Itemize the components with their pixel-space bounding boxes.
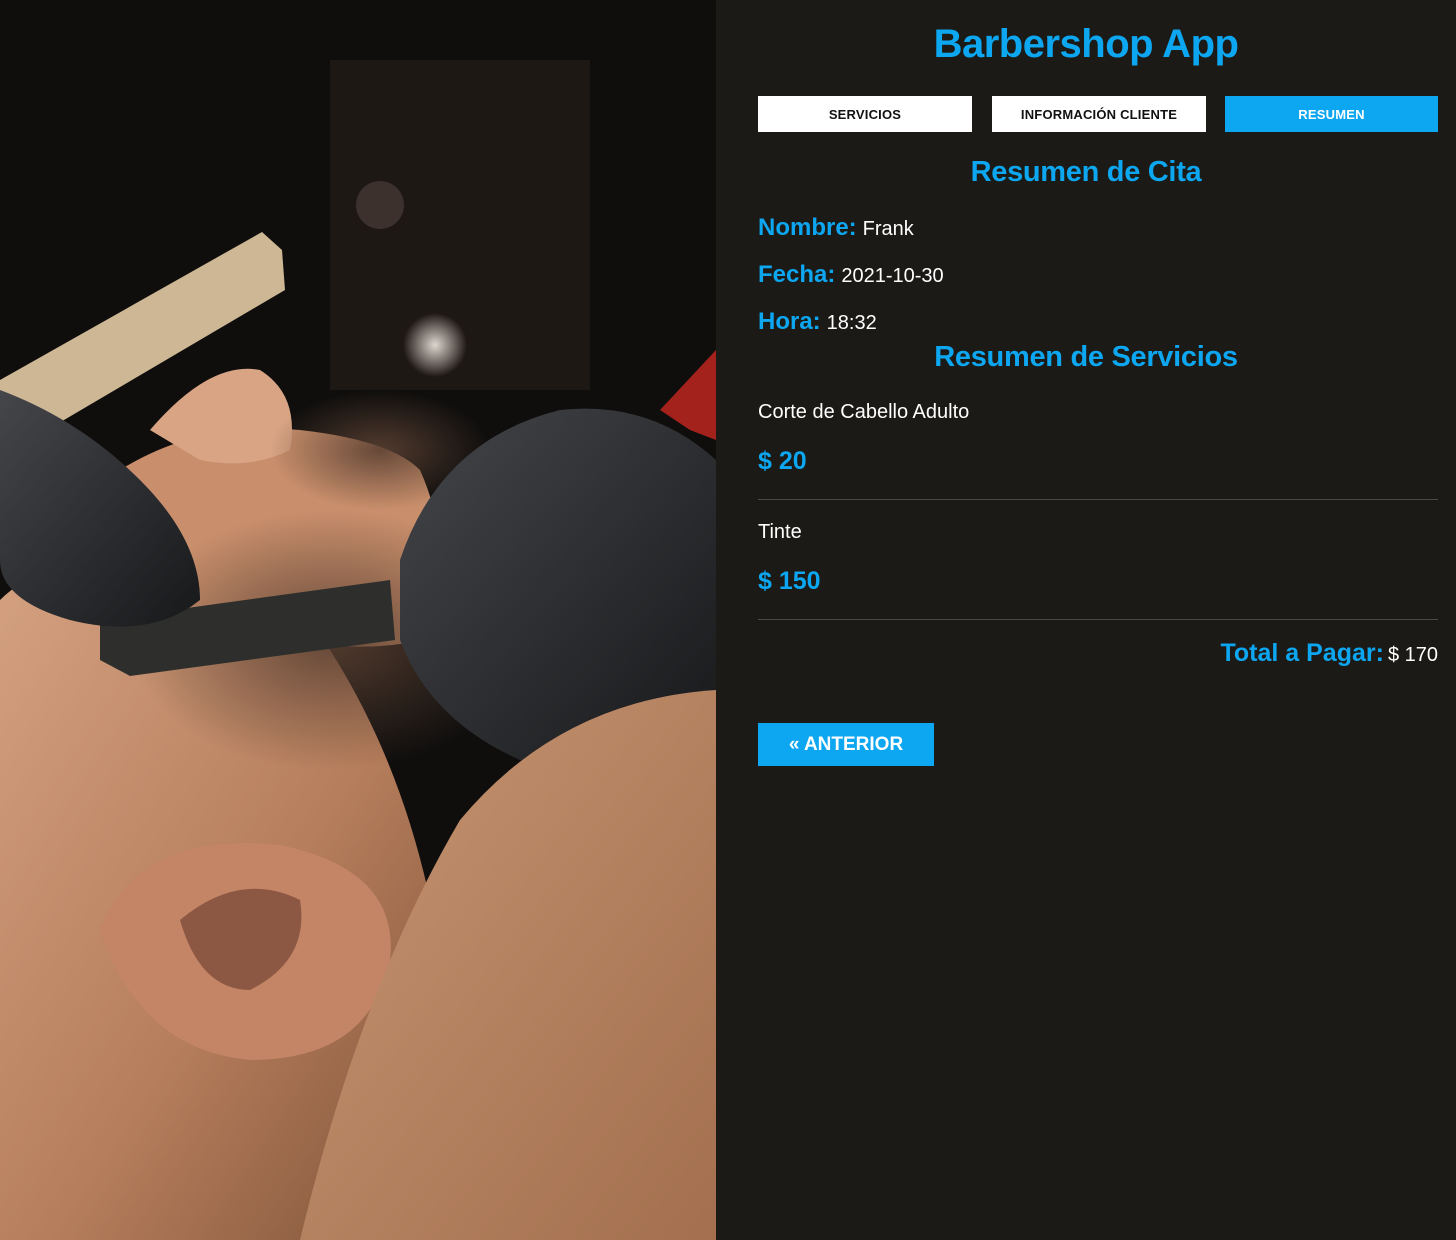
total-label: Total a Pagar: (1220, 639, 1384, 667)
app-panel: Barbershop App SERVICIOS INFORMACIÓN CLI… (716, 0, 1456, 1240)
nombre-value: Frank (862, 218, 914, 240)
total-value: $ 170 (1387, 644, 1438, 666)
tab-resumen[interactable]: RESUMEN (1225, 96, 1438, 132)
barber-shaving-photo-icon (0, 0, 716, 1240)
tab-servicios[interactable]: SERVICIOS (758, 96, 972, 132)
hora-value: 18:32 (826, 312, 877, 334)
service-name: Tinte (758, 521, 802, 543)
nombre-row: Nombre: Frank (758, 214, 914, 242)
hora-label: Hora: (758, 308, 821, 335)
service-price: $ 150 (758, 567, 821, 595)
hora-row: Hora: 18:32 (758, 308, 877, 336)
app-title: Barbershop App (933, 22, 1239, 66)
hero-image (0, 0, 716, 1240)
fecha-label: Fecha: (758, 261, 836, 288)
summary-heading: Resumen de Cita (970, 156, 1202, 188)
tab-bar: SERVICIOS INFORMACIÓN CLIENTE RESUMEN (758, 96, 1438, 132)
tab-informacion-cliente[interactable]: INFORMACIÓN CLIENTE (992, 96, 1206, 132)
total-row: Total a Pagar: $ 170 (1220, 639, 1438, 668)
fecha-row: Fecha: 2021-10-30 (758, 261, 944, 289)
service-price: $ 20 (758, 447, 807, 475)
previous-button[interactable]: « ANTERIOR (758, 723, 934, 766)
nombre-label: Nombre: (758, 214, 857, 241)
service-divider (758, 619, 1438, 620)
fecha-value: 2021-10-30 (841, 265, 944, 287)
service-divider (758, 499, 1438, 500)
service-name: Corte de Cabello Adulto (758, 401, 970, 423)
services-heading: Resumen de Servicios (934, 341, 1238, 373)
page: Barbershop App SERVICIOS INFORMACIÓN CLI… (0, 0, 1456, 1240)
